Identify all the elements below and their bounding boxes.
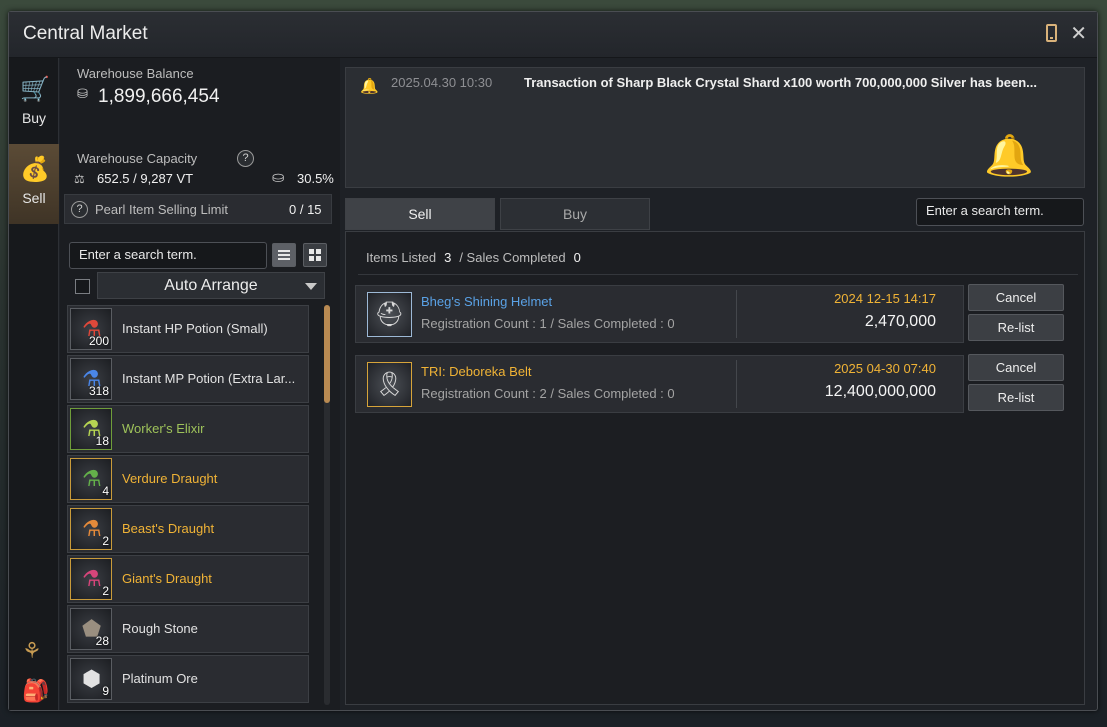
pearl-limit-label: Pearl Item Selling Limit xyxy=(95,202,228,217)
help-icon[interactable]: ? xyxy=(237,150,254,167)
central-market-window: Central Market ✕ 🛒 Buy 💰 Sell ⚘ 🎒 Wareho… xyxy=(8,11,1098,711)
green-draught-icon: ⚗ 4 xyxy=(70,458,112,500)
right-search-input[interactable]: Enter a search term. xyxy=(916,198,1084,226)
listing-price: 2,470,000 xyxy=(864,313,936,330)
close-icon[interactable]: ✕ xyxy=(1070,21,1087,46)
belt-icon: 🎗 xyxy=(367,362,412,407)
relist-button[interactable]: Re-list xyxy=(968,384,1064,411)
tree-icon[interactable]: ⚘ xyxy=(22,638,42,664)
scrollbar-thumb[interactable] xyxy=(324,305,330,403)
inventory-item-name: Instant MP Potion (Extra Lar... xyxy=(122,371,296,386)
inventory-item[interactable]: ⚗ 18 Worker's Elixir xyxy=(67,405,309,453)
inventory-item[interactable]: ⬟ 28 Rough Stone xyxy=(67,605,309,653)
capacity-percent: 30.5% xyxy=(297,171,334,186)
capacity-value: 652.5 / 9,287 VT xyxy=(97,171,194,186)
elixir-icon: ⚗ 18 xyxy=(70,408,112,450)
help-icon[interactable]: ? xyxy=(71,201,88,218)
items-listed-count: 3 xyxy=(444,250,452,265)
listing-name: TRI: Deboreka Belt xyxy=(421,364,532,379)
cancel-button[interactable]: Cancel xyxy=(968,284,1064,311)
inventory-item[interactable]: ⚗ 200 Instant HP Potion (Small) xyxy=(67,305,309,353)
auto-arrange-dropdown[interactable]: Auto Arrange xyxy=(97,272,325,299)
balance-value: 1,899,666,454 xyxy=(98,86,220,107)
window-title: Central Market xyxy=(23,23,148,44)
capacity-label: Warehouse Capacity xyxy=(77,151,198,166)
bell-icon: 🔔 xyxy=(360,78,379,95)
cart-icon: 🛒 xyxy=(20,76,50,103)
title-bar: Central Market ✕ xyxy=(9,12,1097,58)
silver-coins-icon: ⛁ xyxy=(77,86,88,101)
pink-draught-icon: ⚗ 2 xyxy=(70,558,112,600)
bell-scroll-icon: 🔔 xyxy=(984,134,1034,178)
listing-registration: Registration Count : 1 / Sales Completed… xyxy=(421,316,675,331)
listing-registration: Registration Count : 2 / Sales Completed… xyxy=(421,386,675,401)
listing-date: 2025 04-30 07:40 xyxy=(834,361,936,376)
inventory-item[interactable]: ⚗ 318 Instant MP Potion (Extra Lar... xyxy=(67,355,309,403)
sales-completed-count: 0 xyxy=(573,250,581,265)
listing-price: 12,400,000,000 xyxy=(824,383,936,400)
inventory-item-name: Beast's Draught xyxy=(122,521,215,536)
helmet-icon: ⛑ xyxy=(367,292,412,337)
weight-icon: ⚖ xyxy=(74,172,85,186)
money-bag-icon: 💰 xyxy=(20,156,50,183)
inventory-item-name: Platinum Ore xyxy=(122,671,198,686)
divider xyxy=(736,360,737,408)
list-view-button[interactable] xyxy=(272,243,296,267)
rail-tab-buy-label: Buy xyxy=(21,110,47,126)
ore-icon: ⬢ 9 xyxy=(70,658,112,700)
grid-view-icon xyxy=(309,249,321,261)
cancel-button[interactable]: Cancel xyxy=(968,354,1064,381)
rail-tab-sell-label: Sell xyxy=(22,190,46,206)
orange-draught-icon: ⚗ 2 xyxy=(70,508,112,550)
inventory-item-name: Rough Stone xyxy=(122,621,198,636)
divider xyxy=(358,274,1078,275)
rail-tab-buy[interactable]: 🛒 Buy xyxy=(9,64,59,144)
blue-potion-icon: ⚗ 318 xyxy=(70,358,112,400)
sales-counts: Items Listed 3 / Sales Completed 0 xyxy=(366,250,589,265)
inventory-scrollbar[interactable] xyxy=(324,305,330,705)
red-potion-icon: ⚗ 200 xyxy=(70,308,112,350)
backpack-icon[interactable]: 🎒 xyxy=(22,678,49,704)
list-view-icon xyxy=(278,250,290,260)
tab-buy[interactable]: Buy xyxy=(500,198,650,230)
inventory-item[interactable]: ⚗ 4 Verdure Draught xyxy=(67,455,309,503)
pearl-limit-row: ? Pearl Item Selling Limit 0 / 15 xyxy=(64,194,332,224)
pearl-limit-value: 0 / 15 xyxy=(289,202,322,217)
items-listed-label: Items Listed xyxy=(366,250,437,265)
listing-date: 2024 12-15 14:17 xyxy=(834,291,936,306)
inventory-item[interactable]: ⚗ 2 Giant's Draught xyxy=(67,555,309,603)
inventory-item-name: Instant HP Potion (Small) xyxy=(122,321,268,336)
sales-panel: Items Listed 3 / Sales Completed 0 ⛑ Bheg's… xyxy=(345,231,1085,705)
warehouse-panel: Warehouse Balance ⛁ 1,899,666,454 Wareho… xyxy=(60,58,340,710)
tab-sell[interactable]: Sell xyxy=(345,198,495,230)
arrange-checkbox[interactable] xyxy=(75,279,90,294)
notification-text[interactable]: Transaction of Sharp Black Crystal Shard… xyxy=(524,75,1037,90)
notification-panel: 🔔 2025.04.30 10:30 Transaction of Sharp … xyxy=(345,67,1085,188)
inventory-item[interactable]: ⚗ 2 Beast's Draught xyxy=(67,505,309,553)
grid-view-button[interactable] xyxy=(303,243,327,267)
inventory-item-name: Worker's Elixir xyxy=(122,421,205,436)
inventory-item-name: Verdure Draught xyxy=(122,471,218,486)
stone-icon: ⬟ 28 xyxy=(70,608,112,650)
divider xyxy=(736,290,737,338)
notification-time: 2025.04.30 10:30 xyxy=(391,75,493,90)
silver-hand-icon: ⛀ xyxy=(272,169,285,186)
rail-tab-sell[interactable]: 💰 Sell xyxy=(9,144,59,224)
side-rail: 🛒 Buy 💰 Sell ⚘ 🎒 xyxy=(9,58,59,710)
phone-icon[interactable] xyxy=(1046,24,1057,42)
chevron-down-icon xyxy=(305,283,317,290)
balance-label: Warehouse Balance xyxy=(77,66,194,81)
relist-button[interactable]: Re-list xyxy=(968,314,1064,341)
sales-completed-label: / Sales Completed xyxy=(459,250,566,265)
listing-row[interactable]: 🎗 TRI: Deboreka Belt Registration Count … xyxy=(355,355,964,413)
listing-row[interactable]: ⛑ Bheg's Shining Helmet Registration Cou… xyxy=(355,285,964,343)
inventory-item[interactable]: ⬢ 9 Platinum Ore xyxy=(67,655,309,703)
inventory-item-name: Giant's Draught xyxy=(122,571,212,586)
listing-name: Bheg's Shining Helmet xyxy=(421,294,553,309)
left-search-input[interactable]: Enter a search term. xyxy=(69,242,267,269)
auto-arrange-label: Auto Arrange xyxy=(164,277,258,294)
